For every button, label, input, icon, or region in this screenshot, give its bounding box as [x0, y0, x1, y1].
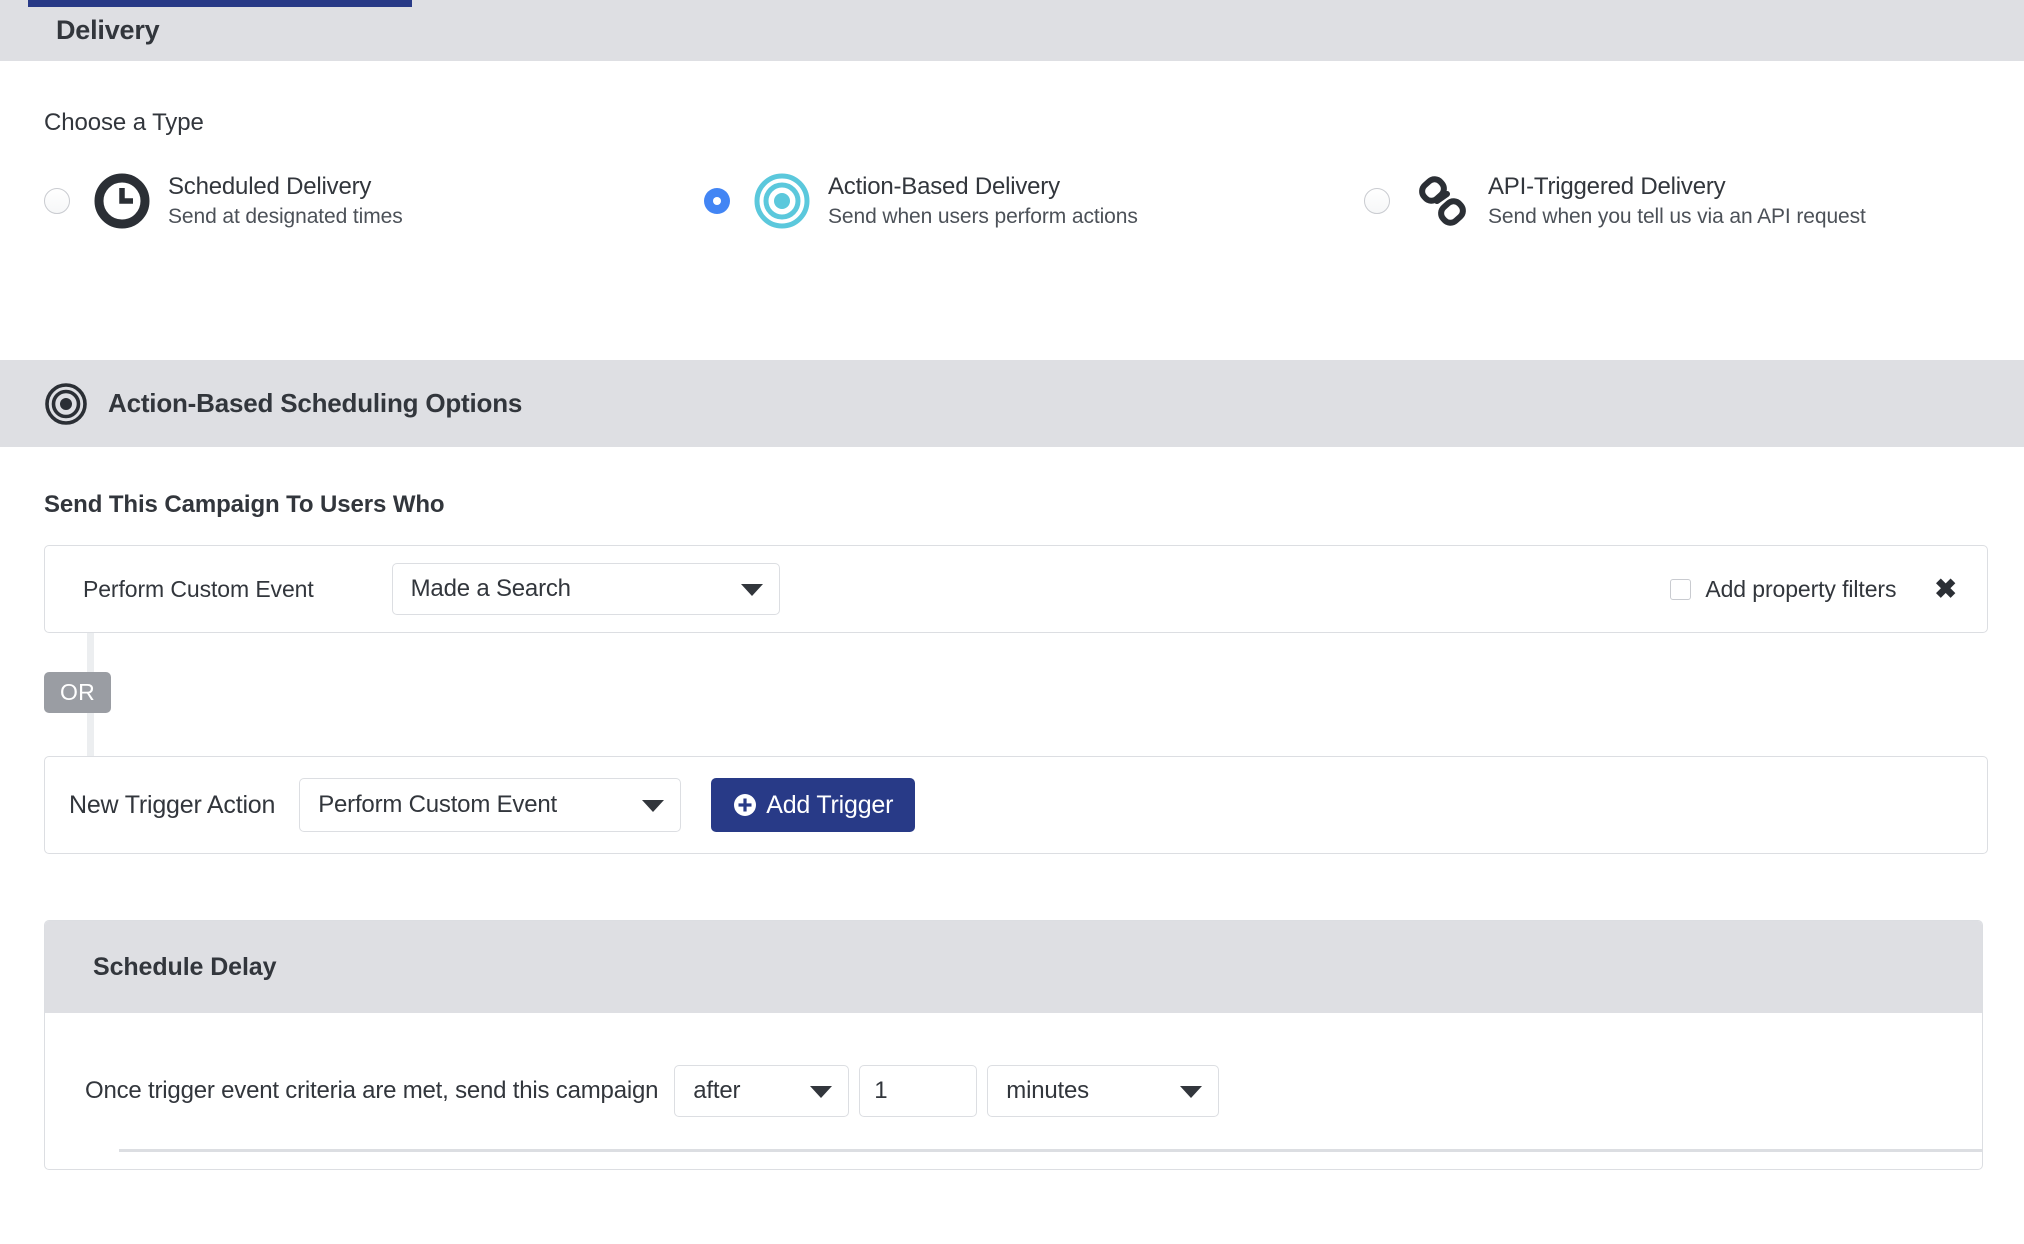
delivery-type-subtitle: Send when you tell us via an API request	[1488, 204, 1866, 228]
delivery-type-option-api-triggered[interactable]: API-Triggered Delivery Send when you tel…	[1364, 171, 1984, 231]
schedule-delay-sentence: Once trigger event criteria are met, sen…	[85, 1077, 659, 1104]
clock-icon	[90, 171, 154, 231]
add-property-filters-checkbox[interactable]	[1670, 578, 1692, 600]
target-icon	[44, 382, 88, 426]
delivery-type-text-action-based: Action-Based Delivery Send when users pe…	[828, 172, 1138, 231]
schedule-delay-divider	[119, 1149, 1982, 1152]
delay-unit-select[interactable]: minutes	[987, 1065, 1220, 1117]
delay-unit-value: minutes	[1006, 1077, 1089, 1104]
radio-action-based-delivery[interactable]	[704, 188, 730, 214]
trigger-row: Perform Custom Event Made a Search Add p…	[44, 545, 1988, 633]
radio-api-triggered-delivery[interactable]	[1364, 188, 1390, 214]
chevron-down-icon	[1180, 1086, 1203, 1098]
close-icon[interactable]: ✖	[1934, 575, 1957, 603]
or-connector: OR	[44, 633, 2024, 756]
delivery-type-title: Action-Based Delivery	[828, 172, 1060, 200]
delivery-type-text-api-triggered: API-Triggered Delivery Send when you tel…	[1488, 172, 1866, 231]
radio-scheduled-delivery[interactable]	[44, 188, 70, 214]
or-badge: OR	[44, 672, 111, 713]
schedule-delay-card: Schedule Delay Once trigger event criter…	[44, 920, 1983, 1170]
chevron-down-icon	[740, 584, 763, 596]
trigger-row-label: Perform Custom Event	[83, 575, 314, 602]
delivery-header-band: Delivery	[0, 0, 2024, 61]
schedule-delay-header: Schedule Delay	[45, 921, 1982, 1013]
add-trigger-button-label: Add Trigger	[766, 790, 894, 819]
delivery-type-subtitle: Send at designated times	[168, 204, 403, 228]
send-campaign-heading: Send This Campaign To Users Who	[44, 491, 445, 518]
target-icon	[750, 171, 814, 231]
chain-link-icon	[1410, 171, 1474, 231]
new-trigger-action-value: Perform Custom Event	[318, 791, 557, 818]
delivery-type-option-scheduled[interactable]: Scheduled Delivery Send at designated ti…	[44, 171, 704, 231]
delivery-type-title: API-Triggered Delivery	[1488, 172, 1726, 200]
delivery-type-option-action-based[interactable]: Action-Based Delivery Send when users pe…	[704, 171, 1364, 231]
choose-type-panel: Choose a Type Scheduled Delivery Send at…	[0, 61, 2024, 360]
new-trigger-action-select[interactable]: Perform Custom Event	[299, 778, 682, 832]
delay-when-select[interactable]: after	[674, 1065, 850, 1117]
add-property-filters-label: Add property filters	[1705, 575, 1897, 602]
delay-when-value: after	[693, 1077, 741, 1104]
scheduling-body: Send This Campaign To Users Who Perform …	[0, 447, 2024, 1170]
delay-amount-input[interactable]	[859, 1065, 978, 1117]
delivery-type-text-scheduled: Scheduled Delivery Send at designated ti…	[168, 172, 403, 231]
property-filters-group: Add property filters ✖	[1670, 575, 1963, 603]
add-trigger-button[interactable]: Add Trigger	[711, 778, 916, 832]
new-trigger-label: New Trigger Action	[69, 790, 276, 819]
choose-type-label: Choose a Type	[44, 109, 204, 136]
chevron-down-icon	[642, 800, 665, 812]
plus-circle-icon	[733, 793, 757, 817]
schedule-delay-title: Schedule Delay	[93, 952, 277, 981]
schedule-delay-body: Once trigger event criteria are met, sen…	[45, 1013, 1982, 1169]
action-based-scheduling-title: Action-Based Scheduling Options	[108, 388, 523, 418]
custom-event-select[interactable]: Made a Search	[391, 563, 780, 615]
page-title: Delivery	[56, 15, 160, 45]
chevron-down-icon	[810, 1086, 833, 1098]
active-tab-indicator	[28, 0, 412, 7]
new-trigger-row: New Trigger Action Perform Custom Event …	[44, 756, 1988, 854]
delivery-type-subtitle: Send when users perform actions	[828, 204, 1138, 228]
delivery-type-radio-group: Scheduled Delivery Send at designated ti…	[44, 171, 2024, 231]
action-based-scheduling-header: Action-Based Scheduling Options	[0, 360, 2024, 447]
delivery-type-title: Scheduled Delivery	[168, 172, 372, 200]
custom-event-select-value: Made a Search	[410, 575, 571, 602]
